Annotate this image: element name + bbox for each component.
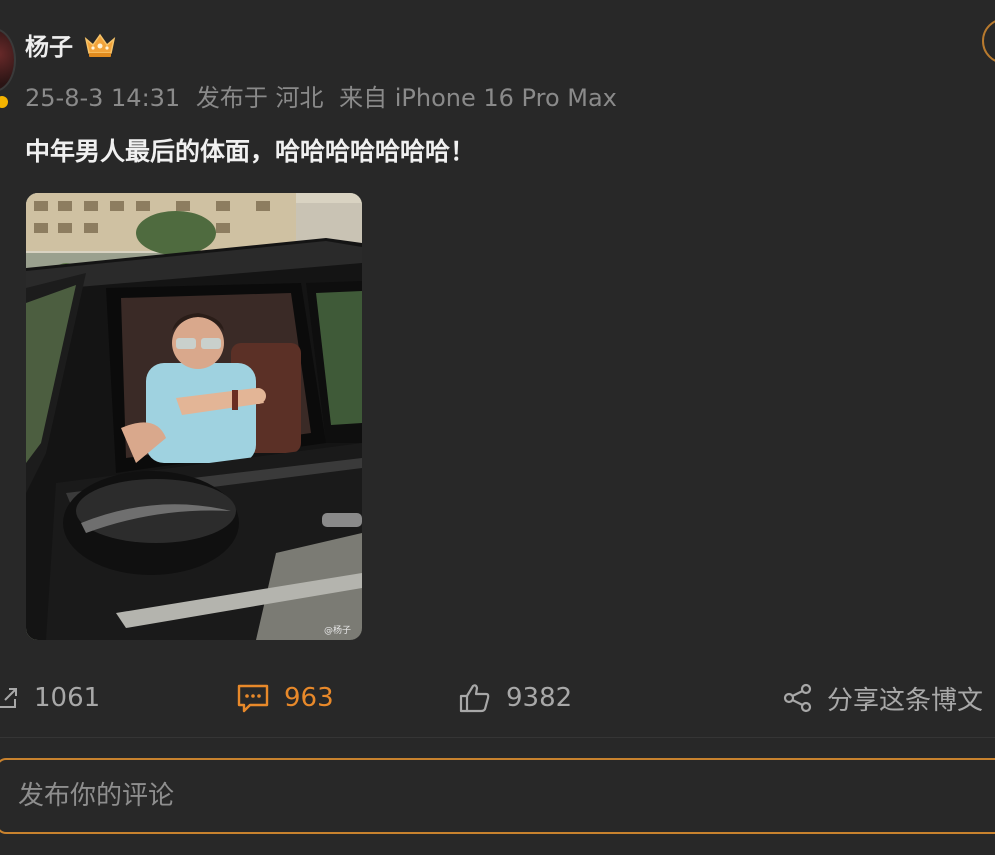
thumbs-up-icon bbox=[459, 684, 490, 713]
share-icon bbox=[783, 683, 812, 713]
comment-button[interactable]: 963 bbox=[236, 670, 334, 726]
post-text: 中年男人最后的体面，哈哈哈哈哈哈哈！ bbox=[25, 137, 476, 166]
username[interactable]: 杨子 bbox=[25, 27, 73, 62]
repost-button[interactable]: 1061 bbox=[0, 670, 100, 726]
action-bar: 1061 963 9382 分享这条博文 bbox=[0, 670, 995, 726]
repost-icon bbox=[0, 688, 17, 708]
avatar[interactable] bbox=[0, 28, 16, 92]
verified-badge-icon bbox=[0, 96, 8, 108]
image-watermark: @杨子 bbox=[324, 624, 351, 636]
follow-button[interactable] bbox=[982, 18, 995, 64]
post-image-illustration: @杨子 bbox=[26, 193, 362, 640]
weibo-post-page: 杨子 25-8-3 14:31 发布于 河北 来自 iPhone 16 Pro … bbox=[0, 0, 995, 855]
like-count: 9382 bbox=[506, 683, 573, 713]
comment-count: 963 bbox=[284, 683, 334, 713]
post-meta: 25-8-3 14:31 发布于 河北 来自 iPhone 16 Pro Max bbox=[25, 78, 625, 113]
post-location: 发布于 河北 bbox=[195, 84, 324, 112]
post-image[interactable]: @杨子 bbox=[26, 193, 362, 640]
post-datetime[interactable]: 25-8-3 14:31 bbox=[25, 84, 180, 112]
author-row: 杨子 bbox=[25, 27, 117, 62]
comment-icon bbox=[237, 684, 269, 713]
share-label: 分享这条博文 bbox=[827, 685, 984, 716]
share-button[interactable]: 分享这条博文 bbox=[783, 670, 983, 726]
crown-icon bbox=[84, 33, 116, 57]
post-device: 来自 iPhone 16 Pro Max bbox=[339, 84, 617, 112]
comment-input[interactable] bbox=[0, 758, 995, 834]
divider bbox=[0, 737, 995, 738]
repost-count: 1061 bbox=[34, 683, 101, 713]
like-button[interactable]: 9382 bbox=[458, 670, 572, 726]
